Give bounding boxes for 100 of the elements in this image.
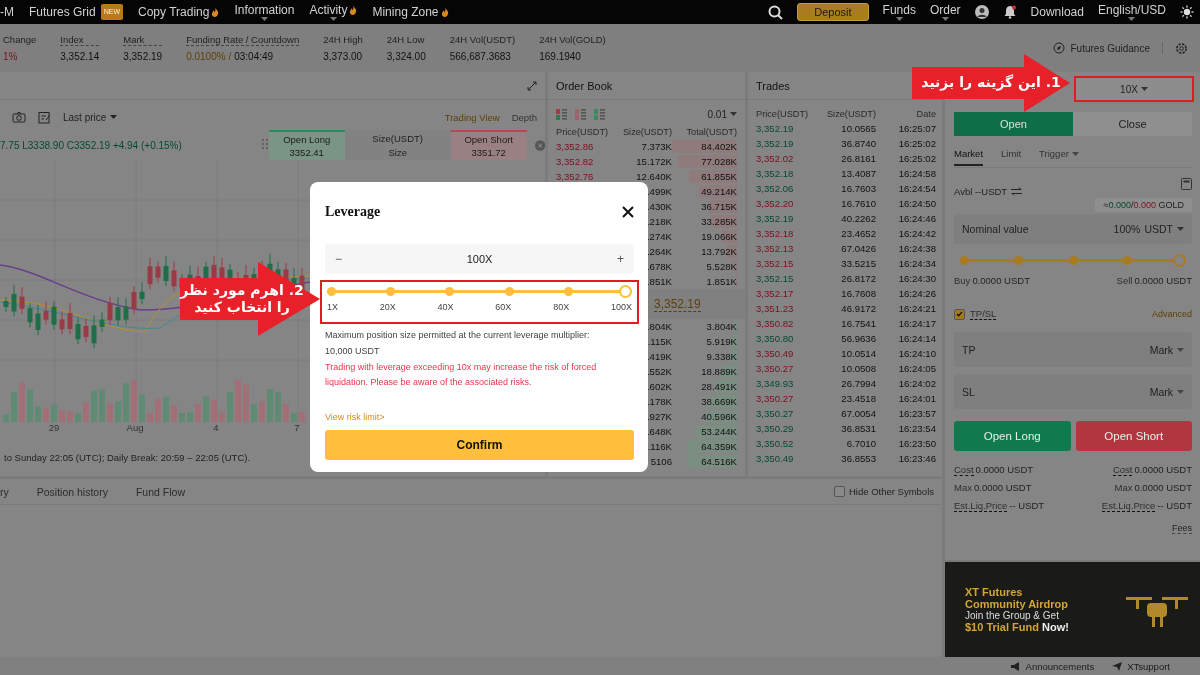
trade-size: 16.7603 (840, 183, 876, 194)
order-size: .274K (645, 231, 672, 242)
trade-time: 16:23:54 (897, 423, 936, 434)
ticker-label: 24H High (323, 34, 363, 46)
position-tab[interactable]: Fund Flow (135, 485, 185, 498)
axis-label: Aug (125, 422, 145, 435)
nav-link[interactable]: Copy Trading (138, 5, 220, 19)
chart-view-tab[interactable]: Trading View (444, 111, 500, 123)
order-side-tab[interactable]: Open (954, 112, 1073, 136)
leverage-button[interactable]: 10X (1074, 76, 1194, 102)
slider-dot (386, 287, 396, 296)
order-type-tab[interactable]: Limit (1001, 143, 1022, 166)
announcements-link[interactable]: Announcements (1010, 660, 1095, 672)
edit-icon[interactable] (38, 110, 51, 124)
decrease-button[interactable]: − (335, 252, 342, 266)
open-short-button[interactable]: Open Short (1075, 421, 1192, 451)
layout-icon[interactable] (556, 108, 567, 120)
available-balance: Avbl --USDT (954, 185, 1008, 197)
summary-label: Max (954, 482, 972, 494)
order-size: .430K (645, 201, 672, 212)
layout-icon[interactable] (594, 108, 605, 120)
ask-price: 3,352.76 (556, 171, 595, 182)
ask-price: 3,352.82 (556, 156, 595, 167)
slider-dot (327, 287, 336, 296)
ticker-label: Mark (123, 34, 163, 46)
checkbox-label: Hide Other Symbols (849, 486, 934, 497)
nav-link[interactable]: Funds (882, 3, 916, 21)
ticker-value: 0.0100% / (186, 51, 232, 62)
trade-size: 56.9636 (840, 333, 876, 344)
trading-hours-notice: to Sunday 22:05 (UTC); Daily Break: 20:59 – 22:05 (UTC). (3, 450, 252, 465)
ticker-label: Index (60, 34, 100, 46)
ohlc-readout: 7.75 L3338.90 C3352.19 +4.94 (+0.15%) (0, 139, 183, 151)
trade-price: 3,352.19 (756, 138, 795, 149)
layout-icon[interactable] (575, 108, 586, 120)
risk-limit-link[interactable]: View risk limit> (325, 412, 634, 422)
camera-icon[interactable] (12, 111, 26, 123)
order-size: .678K (645, 261, 672, 272)
leverage-stepper[interactable]: − 100X + (325, 244, 634, 274)
sun-icon[interactable] (1180, 5, 1194, 19)
position-tab[interactable]: Position history (36, 485, 108, 498)
nav-link[interactable]: Order (929, 3, 961, 21)
slider-track[interactable] (327, 284, 632, 299)
order-type-tab[interactable]: Market (954, 143, 984, 166)
fees-link[interactable]: Fees (1172, 523, 1192, 534)
order-size: .116K (646, 441, 672, 452)
ticker-label: 24H Vol(GOLD) (539, 34, 606, 46)
close-icon[interactable] (622, 206, 634, 218)
user-icon[interactable] (974, 5, 989, 19)
language-selector[interactable]: English/USD (1097, 3, 1166, 21)
dialog-title: Leverage (325, 204, 381, 220)
order-size: .851K (645, 276, 672, 287)
trade-size: 36.8553 (840, 453, 876, 464)
calculator-icon[interactable] (1181, 178, 1192, 190)
nav-link[interactable]: Mining Zone (372, 5, 449, 19)
expand-icon[interactable] (527, 80, 537, 91)
increase-button[interactable]: + (616, 252, 624, 266)
download-link[interactable]: Download (1030, 5, 1084, 19)
settings-icon[interactable] (1175, 41, 1188, 55)
promo-banner[interactable]: XT Futures Community Airdrop Join the Group & Get $10 Trial Fund Now! (945, 562, 1200, 657)
slider-thumb[interactable] (1173, 253, 1186, 267)
summary-value: 0.0000 USDT (1134, 482, 1192, 493)
nav-link[interactable]: -M (0, 5, 14, 19)
caret-icon (1177, 347, 1184, 352)
order-size: .264K (645, 246, 672, 257)
ticker-value: 03:04:49 (234, 51, 274, 62)
open-short-button[interactable]: Open Short 3351.72 (450, 130, 527, 160)
tick-label: 60X (495, 302, 512, 312)
deposit-button[interactable]: Deposit (797, 3, 869, 21)
checkbox[interactable] (954, 308, 965, 320)
buy-amount: Buy 0.0000 USDT (954, 275, 1030, 287)
chart-view-tab[interactable]: Depth (511, 111, 537, 123)
slider-dot (1068, 255, 1078, 265)
support-link[interactable]: XTsupport (1112, 660, 1170, 672)
open-long-button[interactable]: Open Long (954, 421, 1071, 451)
swap-icon[interactable] (1011, 186, 1023, 196)
open-long-button[interactable]: Open Long 3352.41 (268, 130, 345, 160)
nav-link[interactable]: Activity (309, 3, 358, 21)
order-type-tab[interactable]: Trigger (1039, 143, 1079, 166)
price-field[interactable]: TP Mark (954, 332, 1192, 367)
size-field[interactable]: Size (388, 146, 407, 158)
price-field[interactable]: SL Mark (954, 374, 1192, 409)
slider-thumb[interactable] (619, 285, 632, 298)
precision-dropdown[interactable]: 0.01 (707, 108, 737, 120)
trade-size: 10.0514 (840, 348, 876, 359)
advanced-link[interactable]: Advanced (1151, 309, 1192, 319)
caret-icon (941, 17, 949, 21)
last-price: 3,352.19 (654, 296, 701, 312)
futures-guidance-link[interactable]: Futures Guidance (1070, 42, 1150, 54)
order-total: 84.402K (672, 140, 737, 153)
bell-icon[interactable] (1002, 5, 1017, 19)
order-size: 12.640K (635, 171, 672, 182)
nav-link[interactable]: Information (234, 3, 295, 21)
order-side-tab[interactable]: Close (1073, 112, 1192, 136)
nominal-value-field[interactable]: Nominal value 100% USDT (954, 214, 1192, 244)
confirm-button[interactable]: Confirm (325, 430, 634, 460)
search-icon[interactable] (768, 4, 784, 20)
trade-time: 16:25:02 (897, 138, 936, 149)
checkbox[interactable] (834, 486, 845, 497)
price-type-dropdown[interactable]: Last price (63, 111, 118, 123)
position-tab[interactable]: ry (0, 485, 9, 498)
